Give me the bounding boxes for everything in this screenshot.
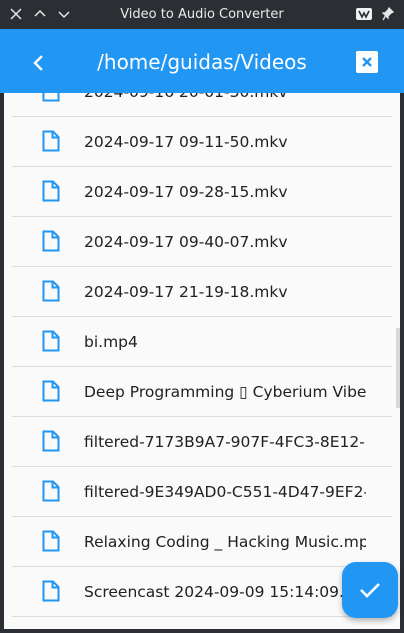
file-list-item[interactable]: Relaxing Coding _ Hacking Music.mp4 bbox=[12, 517, 392, 567]
window-title: Video to Audio Converter bbox=[120, 7, 284, 22]
file-list-item[interactable]: 2024-09-17 09-11-50.mkv bbox=[12, 117, 392, 167]
file-list-item[interactable]: 2024-09-17 09-40-07.mkv bbox=[12, 217, 392, 267]
file-name: 2024-09-17 09-40-07.mkv bbox=[84, 233, 288, 251]
file-list-item[interactable]: filtered-7173B9A7-907F-4FC3-8E12-1B... bbox=[12, 417, 392, 467]
file-icon bbox=[42, 430, 60, 452]
file-icon bbox=[42, 380, 60, 402]
app-bar: /home/guidas/Videos bbox=[0, 29, 404, 93]
file-name: Screencast 2024-09-09 15:14:09.mp4 bbox=[84, 583, 366, 601]
file-icon bbox=[42, 530, 60, 552]
file-name: filtered-9E349AD0-C551-4D47-9EF2-E... bbox=[84, 483, 366, 501]
file-icon bbox=[42, 480, 60, 502]
check-icon bbox=[360, 583, 380, 598]
file-icon bbox=[42, 130, 60, 152]
file-list-item[interactable]: Deep Programming ▯ Cyberium Vibe ▯ ... bbox=[12, 367, 392, 417]
window-bottom-edge bbox=[0, 629, 404, 633]
file-name: 2024-09-16 20-01-30.mkv bbox=[84, 93, 366, 117]
file-list-item[interactable]: filtered-9E349AD0-C551-4D47-9EF2-E... bbox=[12, 467, 392, 517]
file-icon bbox=[42, 93, 60, 102]
file-list-item[interactable]: 2024-09-17 21-19-18.mkv bbox=[12, 267, 392, 317]
file-list-item[interactable]: 2024-09-16 20-01-30.mkv bbox=[12, 93, 392, 117]
file-name: Deep Programming ▯ Cyberium Vibe ▯ ... bbox=[84, 383, 366, 401]
file-icon bbox=[42, 580, 60, 602]
pin-icon[interactable] bbox=[376, 2, 400, 26]
file-list: 2024-09-16 20-01-30.mkv 2024-09-17 09-11-… bbox=[4, 93, 400, 617]
file-name: 2024-09-17 09-11-50.mkv bbox=[84, 133, 288, 151]
file-list-item[interactable]: 2024-09-17 09-28-15.mkv bbox=[12, 167, 392, 217]
file-icon bbox=[42, 330, 60, 352]
file-icon bbox=[42, 280, 60, 302]
file-name: Relaxing Coding _ Hacking Music.mp4 bbox=[84, 533, 366, 551]
window-titlebar: Video to Audio Converter bbox=[0, 0, 404, 29]
file-list-container: 2024-09-16 20-01-30.mkv 2024-09-17 09-11-… bbox=[4, 93, 400, 629]
file-list-item[interactable]: bi.mp4 bbox=[12, 317, 392, 367]
file-name: bi.mp4 bbox=[84, 333, 138, 351]
file-list-item[interactable]: Screencast 2024-09-09 15:14:09.mp4 bbox=[12, 567, 392, 617]
file-name: 2024-09-17 21-19-18.mkv bbox=[84, 283, 288, 301]
file-icon bbox=[42, 180, 60, 202]
file-name: 2024-09-17 09-28-15.mkv bbox=[84, 183, 288, 201]
current-path: /home/guidas/Videos bbox=[97, 50, 307, 74]
confirm-button[interactable] bbox=[342, 562, 398, 618]
scrollbar[interactable] bbox=[396, 328, 400, 408]
app-menu-icon[interactable] bbox=[352, 2, 376, 26]
close-icon[interactable] bbox=[356, 51, 378, 73]
file-icon bbox=[42, 230, 60, 252]
back-arrow-icon[interactable] bbox=[24, 49, 52, 77]
file-name: filtered-7173B9A7-907F-4FC3-8E12-1B... bbox=[84, 433, 366, 451]
